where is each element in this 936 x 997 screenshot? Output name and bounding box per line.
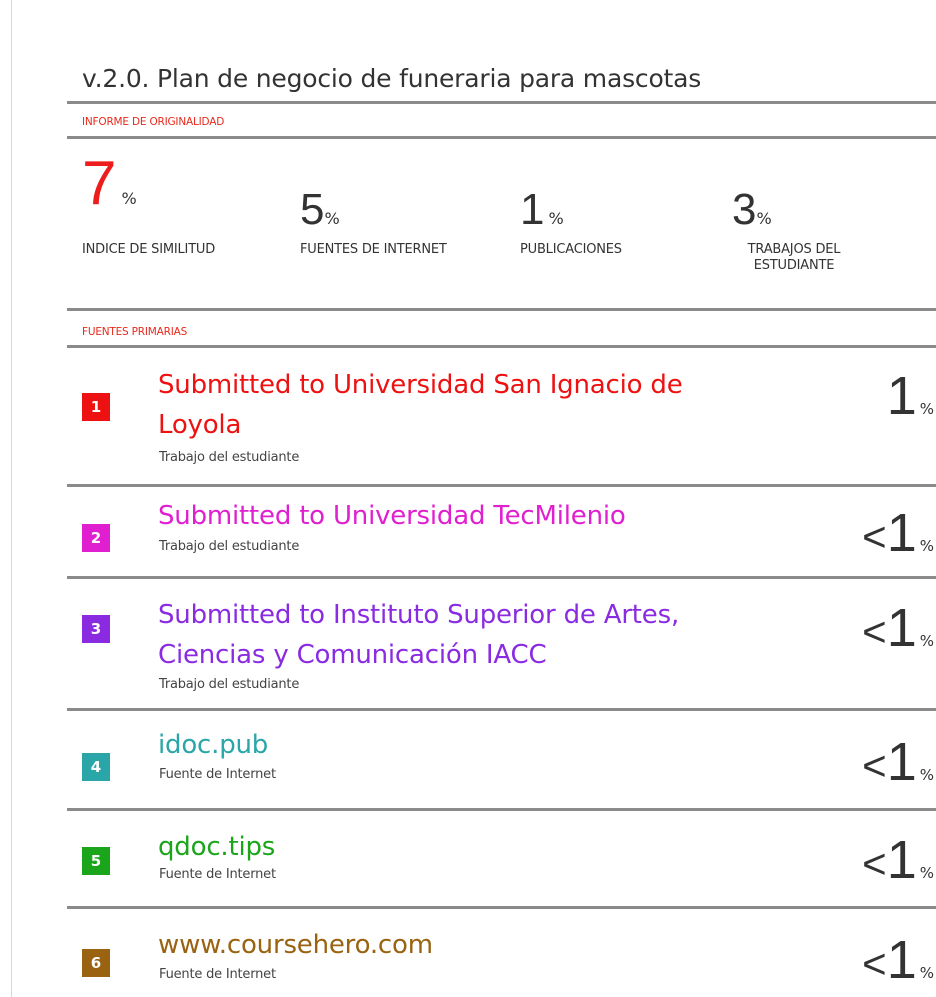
less-than-sign: < (862, 940, 887, 987)
stat-unit: % (756, 209, 772, 228)
stat-unit: % (324, 209, 340, 228)
source-type: Fuente de Internet (159, 767, 276, 782)
stat-label-line: ESTUDIANTE (753, 258, 835, 273)
source-match-percent: <1% (862, 502, 934, 564)
divider (67, 484, 936, 487)
divider (67, 906, 936, 909)
match-unit: % (919, 964, 934, 982)
stat-value: 7 (82, 149, 117, 218)
source-rank-badge: 6 (82, 949, 110, 977)
source-type: Trabajo del estudiante (159, 539, 300, 554)
source-name: qdoc.tips (158, 832, 276, 862)
source-row: 4 idoc.pub Fuente de Internet <1% (82, 727, 936, 797)
source-name-continued: Ciencias y Comunicación IACC (158, 640, 547, 670)
stat-value: 5 (300, 185, 325, 234)
source-name: idoc.pub (158, 730, 269, 760)
source-type: Trabajo del estudiante (159, 677, 300, 692)
stat-value: 1 (520, 185, 545, 234)
match-unit: % (919, 632, 934, 650)
source-match-percent: <1% (862, 597, 934, 659)
source-rank-badge: 5 (82, 847, 110, 875)
stat-label-internet: FUENTES DE INTERNET (300, 242, 447, 257)
divider (67, 136, 936, 139)
stat-unit: % (548, 209, 564, 228)
stat-similarity: 7% (82, 153, 137, 215)
divider (67, 345, 936, 348)
source-type: Fuente de Internet (159, 867, 276, 882)
match-unit: % (919, 864, 934, 882)
source-match-percent: <1% (862, 731, 934, 793)
match-unit: % (919, 400, 934, 418)
match-value: 1 (886, 732, 917, 792)
divider (67, 808, 936, 811)
match-value: 1 (886, 503, 917, 563)
match-value: 1 (886, 930, 917, 990)
source-name: Submitted to Universidad San Ignacio de (158, 370, 683, 400)
source-rank-badge: 3 (82, 615, 110, 643)
less-than-sign: < (862, 608, 887, 655)
source-rank-badge: 1 (82, 393, 110, 421)
stat-label-line: TRABAJOS DEL (747, 242, 841, 257)
divider (67, 101, 936, 104)
source-rank-badge: 4 (82, 753, 110, 781)
source-name: Submitted to Universidad TecMilenio (158, 501, 626, 531)
match-unit: % (919, 537, 934, 555)
stat-label-publications: PUBLICACIONES (520, 242, 622, 257)
report-label: INFORME DE ORIGINALIDAD (82, 116, 225, 128)
match-unit: % (919, 766, 934, 784)
source-match-percent: 1% (887, 365, 934, 427)
stat-student-work: 3% (732, 188, 772, 232)
source-name: Submitted to Instituto Superior de Artes… (158, 600, 680, 630)
stat-value: 3 (732, 185, 757, 234)
less-than-sign: < (862, 513, 887, 560)
stat-internet: 5% (300, 188, 340, 232)
source-row: 6 www.coursehero.com Fuente de Internet … (82, 927, 936, 997)
stat-publications: 1% (520, 188, 564, 232)
match-value: 1 (886, 366, 917, 426)
source-match-percent: <1% (862, 829, 934, 891)
stat-label-similarity: INDICE DE SIMILITUD (82, 242, 216, 257)
document-title: v.2.0. Plan de negocio de funeraria para… (82, 64, 702, 93)
source-row: 2 Submitted to Universidad TecMilenio Tr… (82, 496, 936, 566)
stat-unit: % (121, 189, 137, 208)
source-name: www.coursehero.com (158, 930, 433, 960)
stat-label-student-work: TRABAJOS DEL ESTUDIANTE (720, 242, 868, 274)
divider (67, 708, 936, 711)
source-row: 5 qdoc.tips Fuente de Internet <1% (82, 829, 936, 899)
primary-sources-label: FUENTES PRIMARIAS (82, 326, 188, 338)
divider (67, 308, 936, 311)
match-value: 1 (886, 598, 917, 658)
less-than-sign: < (862, 742, 887, 789)
less-than-sign: < (862, 840, 887, 887)
source-type: Trabajo del estudiante (159, 450, 300, 465)
source-row: 3 Submitted to Instituto Superior de Art… (82, 595, 936, 705)
source-row: 1 Submitted to Universidad San Ignacio d… (82, 363, 936, 473)
source-type: Fuente de Internet (159, 967, 276, 982)
source-match-percent: <1% (862, 929, 934, 991)
page-edge-line (11, 0, 12, 997)
divider (67, 576, 936, 579)
match-value: 1 (886, 830, 917, 890)
source-name-continued: Loyola (158, 410, 242, 440)
source-rank-badge: 2 (82, 524, 110, 552)
